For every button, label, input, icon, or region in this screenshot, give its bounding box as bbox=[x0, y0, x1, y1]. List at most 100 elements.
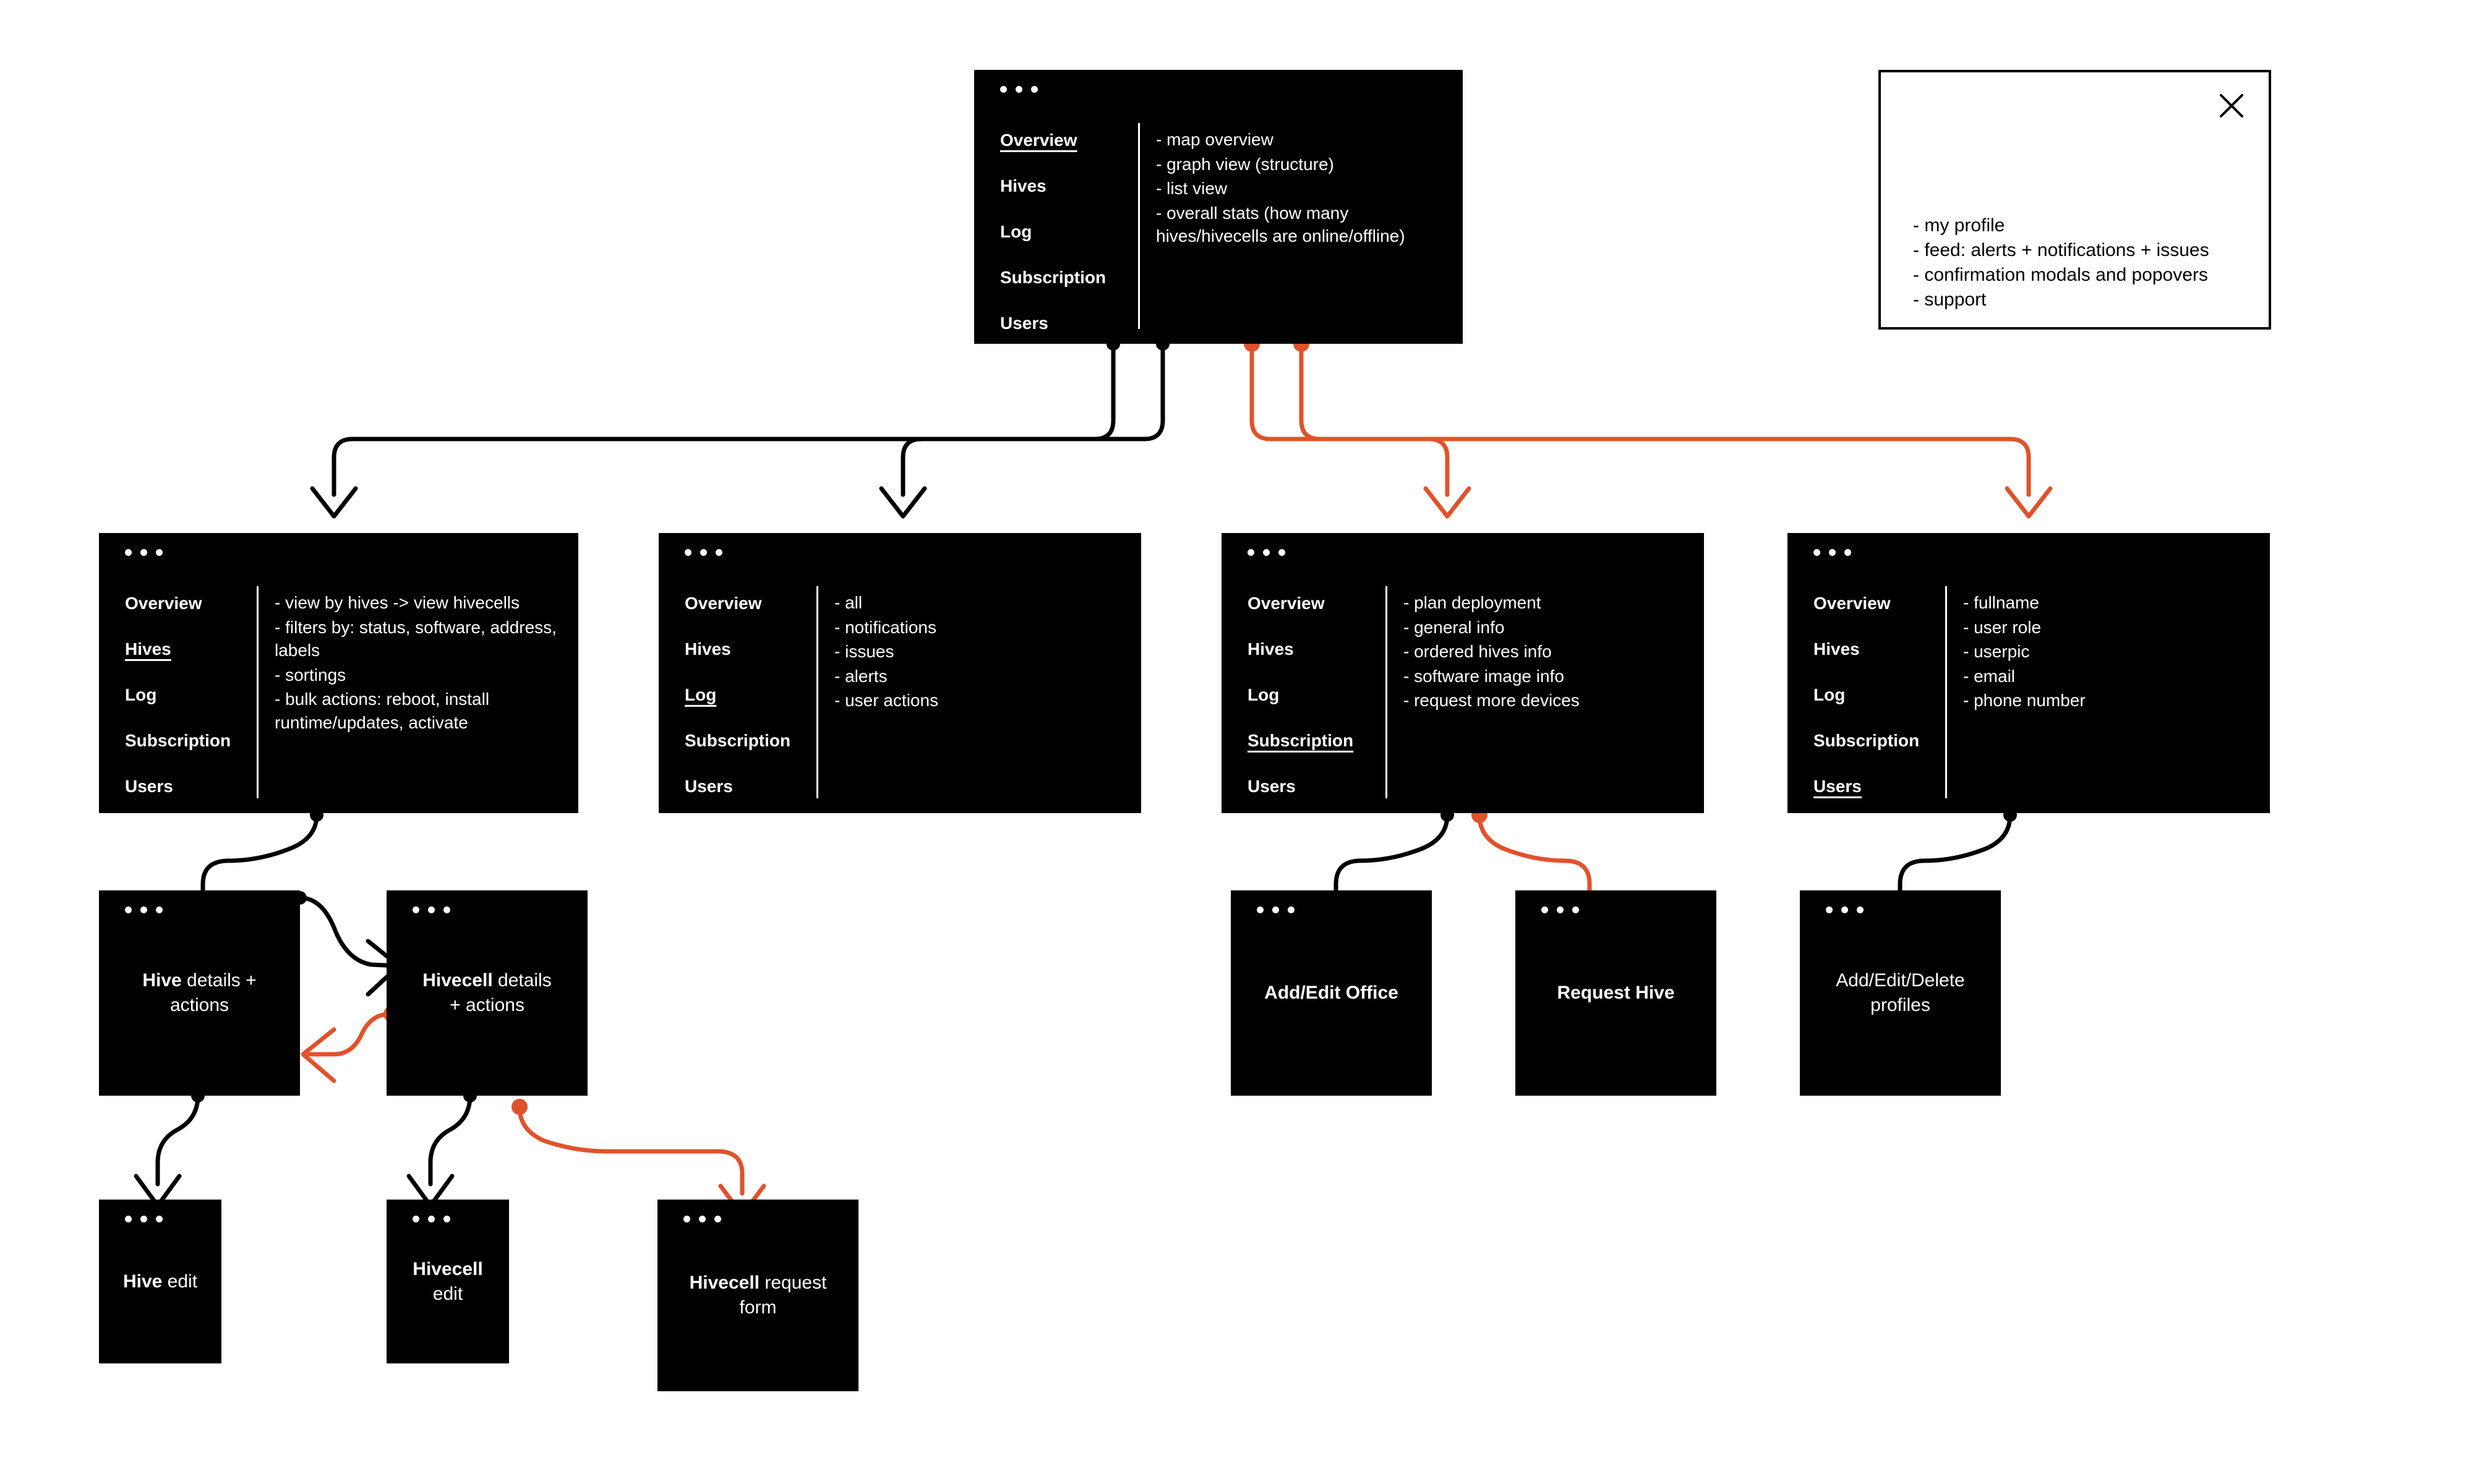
card-add-edit-office[interactable]: Add/Edit Office bbox=[1231, 890, 1432, 1096]
card-subscription-nav: Overview Hives Log Subscription Users bbox=[1222, 582, 1385, 813]
note-line: - support bbox=[1913, 289, 1987, 310]
connector-hivecell-to-request-form bbox=[517, 1104, 745, 1196]
sidebar-item-overview[interactable]: Overview bbox=[1813, 595, 1891, 612]
detail-line: - userpic bbox=[1963, 642, 2030, 662]
window-dots-icon bbox=[1541, 906, 1579, 913]
detail-line: - map overview bbox=[1156, 130, 1273, 149]
connector-hivecell-details-to-hivecell-edit bbox=[428, 1093, 473, 1187]
label-second: actions bbox=[169, 995, 229, 1015]
label-bold: Add/Edit Office bbox=[1264, 983, 1398, 1004]
window-dots-icon bbox=[413, 906, 450, 913]
sidebar-item-hives[interactable]: Hives bbox=[1813, 641, 1860, 658]
sidebar-item-subscription[interactable]: Subscription bbox=[125, 732, 231, 749]
label-bold: Hive bbox=[142, 970, 182, 991]
card-users[interactable]: Overview Hives Log Subscription Users - … bbox=[1787, 533, 2270, 813]
close-icon[interactable] bbox=[2218, 92, 2245, 119]
origin-dot-request-form bbox=[511, 1099, 528, 1115]
sidebar-item-subscription[interactable]: Subscription bbox=[1813, 732, 1919, 749]
window-dots-icon bbox=[1248, 549, 1285, 556]
window-dots-icon bbox=[1257, 906, 1295, 913]
connector-arrow-hives bbox=[310, 486, 358, 519]
window-dots-icon bbox=[125, 906, 163, 913]
sidebar-item-subscription[interactable]: Subscription bbox=[1248, 732, 1353, 749]
window-dots-icon bbox=[683, 1216, 721, 1222]
sidebar-item-overview[interactable]: Overview bbox=[1000, 132, 1077, 149]
detail-line: - filters by: status, software, address,… bbox=[275, 617, 562, 660]
sidebar-item-subscription[interactable]: Subscription bbox=[1000, 269, 1106, 286]
card-hive-details-label: Hive details + actions bbox=[132, 968, 266, 1018]
connector-overview-to-log bbox=[901, 341, 1165, 497]
card-hive-details[interactable]: Hive details + actions bbox=[99, 890, 300, 1096]
card-hive-edit[interactable]: Hive edit bbox=[99, 1200, 221, 1363]
detail-line: - issues bbox=[834, 642, 894, 662]
flowchart-canvas: Overview Hives Log Subscription Users - … bbox=[0, 0, 2474, 1484]
sidebar-item-users[interactable]: Users bbox=[1813, 778, 1862, 795]
connector-hive-details-to-hive-edit bbox=[155, 1093, 200, 1187]
sidebar-item-log[interactable]: Log bbox=[1248, 686, 1279, 704]
connector-arrow-users bbox=[2005, 486, 2053, 519]
detail-line: - all bbox=[834, 593, 863, 612]
window-dots-icon bbox=[1826, 906, 1864, 913]
card-overview-nav: Overview Hives Log Subscription Users bbox=[974, 119, 1138, 344]
label-bold: Request Hive bbox=[1557, 983, 1675, 1004]
sidebar-item-log[interactable]: Log bbox=[1000, 223, 1032, 241]
detail-line: - user role bbox=[1963, 617, 2042, 637]
detail-line: - fullname bbox=[1963, 593, 2039, 612]
sidebar-item-log[interactable]: Log bbox=[125, 686, 156, 704]
card-hives-nav: Overview Hives Log Subscription Users bbox=[99, 582, 257, 813]
detail-line: - plan deployment bbox=[1403, 593, 1541, 612]
label-bold: Hivecell bbox=[422, 970, 493, 991]
sidebar-item-hives[interactable]: Hives bbox=[1248, 641, 1294, 658]
card-hive-edit-label: Hive edit bbox=[113, 1269, 207, 1294]
card-users-details: - fullname - user role - userpic - email… bbox=[1947, 582, 2270, 813]
connector-arrow-log bbox=[879, 486, 927, 519]
card-hivecell-details[interactable]: Hivecell details + actions bbox=[387, 890, 588, 1096]
window-dots-icon bbox=[1000, 86, 1038, 93]
sidebar-item-users[interactable]: Users bbox=[685, 778, 733, 795]
card-add-edit-office-label: Add/Edit Office bbox=[1254, 981, 1408, 1005]
sidebar-item-users[interactable]: Users bbox=[1000, 315, 1048, 332]
global-note-card[interactable]: - my profile - feed: alerts + notificati… bbox=[1878, 70, 2271, 330]
label-bold: Add/Edit/Delete bbox=[1836, 970, 1965, 991]
connector-overview-to-hives bbox=[332, 341, 1116, 497]
label-rest: details bbox=[492, 970, 552, 991]
detail-line: - general info bbox=[1403, 617, 1505, 637]
detail-line: - request more devices bbox=[1403, 691, 1580, 710]
card-hivecell-edit[interactable]: Hivecell edit bbox=[387, 1200, 509, 1363]
card-subscription[interactable]: Overview Hives Log Subscription Users - … bbox=[1222, 533, 1704, 813]
detail-line: - bulk actions: reboot, install runtime/… bbox=[275, 689, 494, 732]
sidebar-item-hives[interactable]: Hives bbox=[685, 641, 731, 658]
sidebar-item-log[interactable]: Log bbox=[685, 686, 716, 704]
sidebar-item-users[interactable]: Users bbox=[125, 778, 173, 795]
detail-line: - email bbox=[1963, 666, 2016, 686]
card-hivecell-request-form[interactable]: Hivecell request form bbox=[657, 1200, 858, 1391]
detail-line: - alerts bbox=[834, 666, 888, 686]
card-log[interactable]: Overview Hives Log Subscription Users - … bbox=[659, 533, 1141, 813]
connector-hivecell-to-hive-details-back bbox=[307, 1012, 392, 1057]
label-second: profiles bbox=[1870, 995, 1930, 1015]
card-add-edit-delete-profiles[interactable]: Add/Edit/Delete profiles bbox=[1800, 890, 2001, 1096]
detail-line: - overall stats (how many hives/hivecell… bbox=[1156, 203, 1405, 246]
label-rest: edit bbox=[162, 1271, 198, 1292]
label-rest: details + bbox=[181, 970, 257, 991]
detail-line: - notifications bbox=[834, 617, 936, 637]
sidebar-item-overview[interactable]: Overview bbox=[1248, 595, 1325, 612]
sidebar-item-overview[interactable]: Overview bbox=[125, 595, 202, 612]
card-log-details: - all - notifications - issues - alerts … bbox=[818, 582, 1141, 813]
sidebar-item-log[interactable]: Log bbox=[1813, 686, 1845, 704]
window-dots-icon bbox=[125, 549, 163, 556]
sidebar-item-users[interactable]: Users bbox=[1248, 778, 1296, 795]
sidebar-item-overview[interactable]: Overview bbox=[685, 595, 762, 612]
sidebar-item-hives[interactable]: Hives bbox=[125, 641, 171, 658]
label-second: edit bbox=[432, 1283, 463, 1304]
note-line: - my profile bbox=[1913, 215, 2005, 236]
sidebar-item-subscription[interactable]: Subscription bbox=[685, 732, 790, 749]
note-line: - confirmation modals and popovers bbox=[1913, 264, 2208, 285]
card-hives[interactable]: Overview Hives Log Subscription Users - … bbox=[99, 533, 578, 813]
card-request-hive[interactable]: Request Hive bbox=[1515, 890, 1716, 1096]
note-line: - feed: alerts + notifications + issues bbox=[1913, 239, 2209, 260]
sidebar-item-hives[interactable]: Hives bbox=[1000, 177, 1047, 195]
detail-line: - ordered hives info bbox=[1403, 642, 1552, 662]
card-overview[interactable]: Overview Hives Log Subscription Users - … bbox=[974, 70, 1463, 344]
connector-overview-to-users bbox=[1299, 341, 2031, 497]
